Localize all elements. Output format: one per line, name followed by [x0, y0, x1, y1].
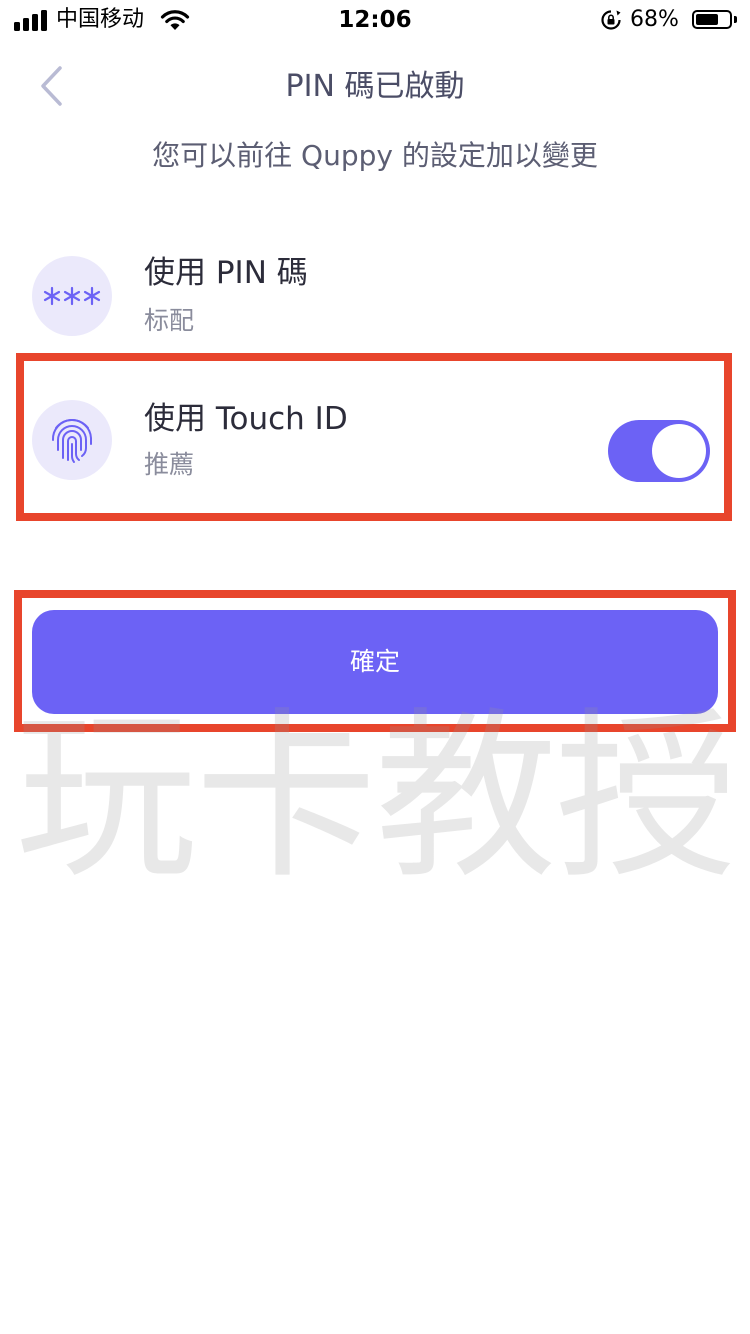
fingerprint-icon: [51, 418, 92, 463]
confirm-button[interactable]: 確定: [32, 610, 718, 714]
battery-fill: [696, 14, 718, 25]
battery-cap: [734, 16, 737, 23]
option-touch-id-title: 使用 Touch ID: [144, 401, 348, 437]
page-subtitle: 您可以前往 Quppy 的設定加以變更: [152, 139, 598, 172]
battery-percent: 68%: [630, 7, 679, 32]
pin-icon-badge: [32, 256, 112, 336]
watermark: 玩卡教授: [15, 691, 737, 903]
rotation-lock-icon: [601, 10, 621, 30]
status-bar: 中国移动 12:06 68%: [0, 0, 750, 40]
page-title: PIN 碼已啟動: [285, 69, 465, 104]
touch-id-icon-badge: [32, 400, 112, 480]
toggle-knob: [652, 424, 706, 478]
option-pin[interactable]: 使用 PIN 碼 标配: [20, 220, 730, 370]
asterisks-icon: [43, 286, 101, 306]
battery-icon: [692, 10, 732, 29]
touch-id-toggle[interactable]: [608, 420, 710, 482]
option-pin-subtitle: 标配: [144, 306, 195, 335]
option-touch-id-subtitle: 推薦: [144, 450, 195, 479]
option-pin-title: 使用 PIN 碼: [144, 255, 308, 291]
option-touch-id[interactable]: 使用 Touch ID 推薦: [20, 360, 730, 510]
